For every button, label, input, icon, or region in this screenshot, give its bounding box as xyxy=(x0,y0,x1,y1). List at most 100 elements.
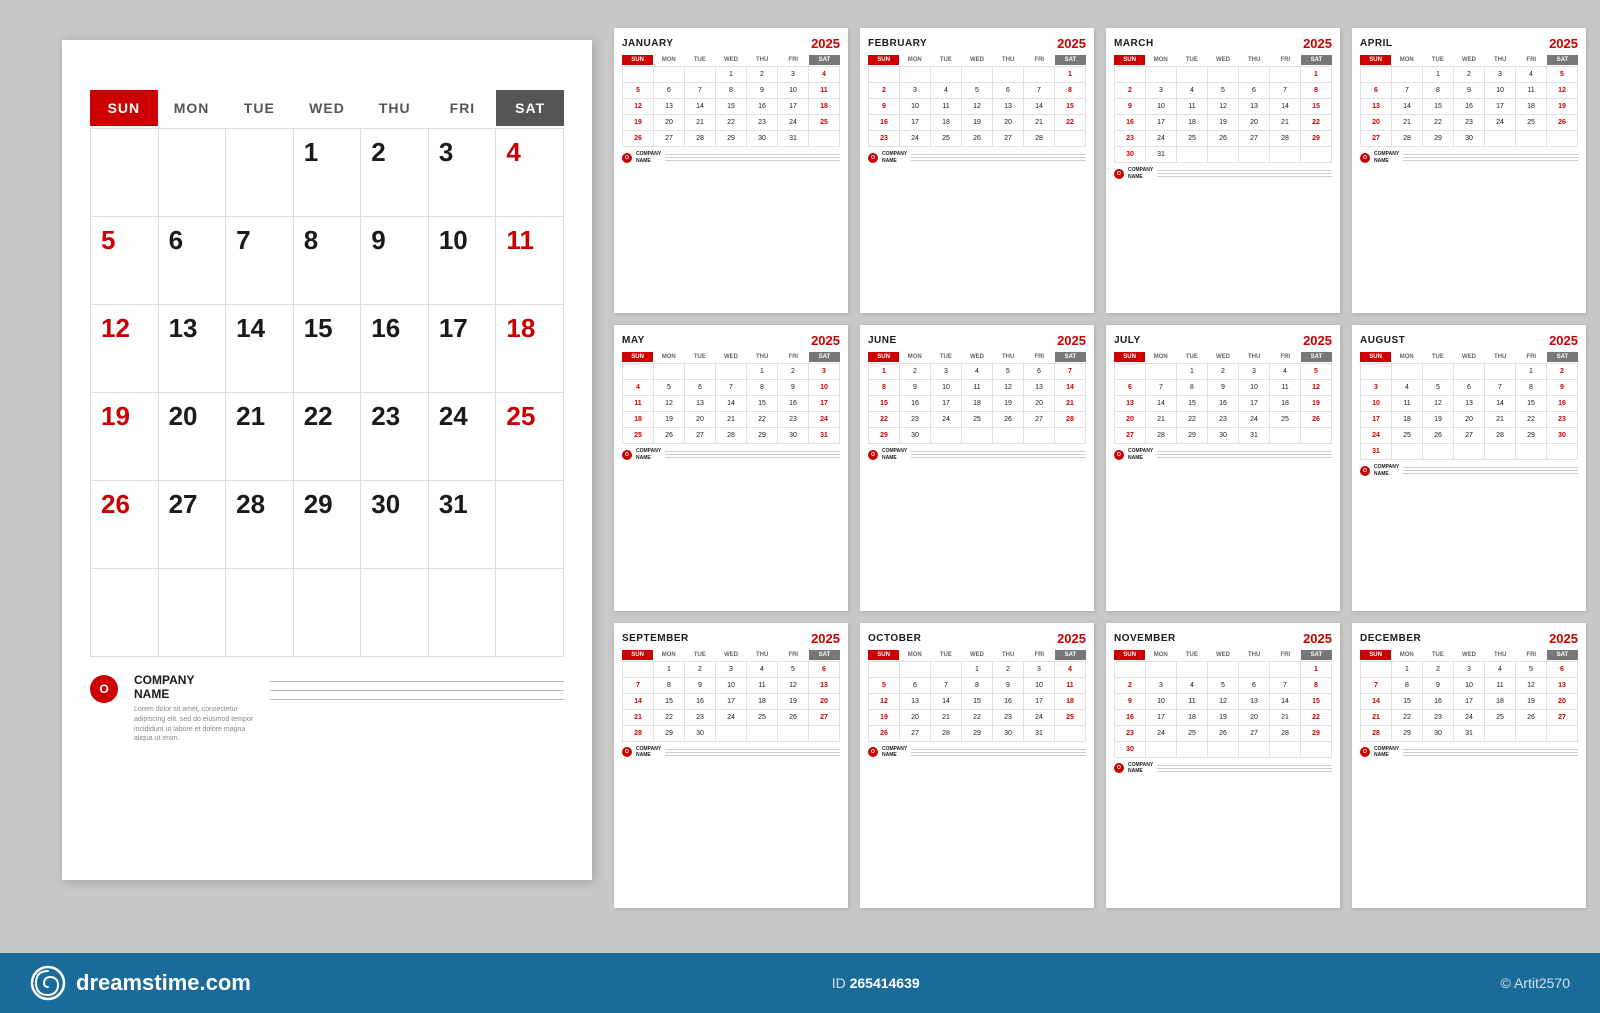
sc-day-label: MON xyxy=(899,352,930,362)
sc-day-label: WED xyxy=(1453,55,1484,65)
sc-cell: 18 xyxy=(962,396,993,412)
sc-cell xyxy=(931,67,962,83)
sc-cell xyxy=(1208,662,1239,678)
sc-cell xyxy=(1423,364,1454,380)
sc-cell: 26 xyxy=(778,710,809,726)
sc-cell: 1 xyxy=(962,662,993,678)
sc-cell: 2 xyxy=(685,662,716,678)
sc-cell: 4 xyxy=(1485,662,1516,678)
sc-company-logo: O xyxy=(622,747,632,757)
main-calendar-cell: 10 xyxy=(429,217,497,305)
sc-cell: 14 xyxy=(1392,99,1423,115)
sc-grid: 1234567891011121314151617181920212223242… xyxy=(1360,661,1578,742)
main-calendar-cell: 19 xyxy=(91,393,159,481)
sc-cell: 1 xyxy=(1516,364,1547,380)
sc-day-label: FRI xyxy=(1270,55,1301,65)
sc-cell xyxy=(1485,131,1516,147)
sc-cell: 1 xyxy=(747,364,778,380)
sc-cell xyxy=(809,131,840,147)
sc-cell: 25 xyxy=(1516,115,1547,131)
sc-cell xyxy=(1239,67,1270,83)
main-calendar-cell: 28 xyxy=(226,481,294,569)
main-calendar-cell: 5 xyxy=(91,217,159,305)
sc-cell: 10 xyxy=(900,99,931,115)
sc-day-label: THU xyxy=(993,55,1024,65)
main-calendar-cell: 24 xyxy=(429,393,497,481)
sc-cell: 18 xyxy=(1055,694,1086,710)
sc-cell: 13 xyxy=(809,678,840,694)
sc-day-label: SUN xyxy=(622,55,653,65)
sc-cell: 29 xyxy=(654,726,685,742)
sc-cell xyxy=(1516,444,1547,460)
sc-cell: 27 xyxy=(1454,428,1485,444)
sc-day-label: TUE xyxy=(684,352,715,362)
sc-cell xyxy=(962,428,993,444)
main-calendar-cell: 21 xyxy=(226,393,294,481)
sc-cell: 8 xyxy=(1392,678,1423,694)
sc-cell: 31 xyxy=(1239,428,1270,444)
sc-cell: 13 xyxy=(993,99,1024,115)
sc-cell: 4 xyxy=(1177,83,1208,99)
sc-cell xyxy=(1516,726,1547,742)
sc-cell: 6 xyxy=(654,83,685,99)
sc-cell: 15 xyxy=(1392,694,1423,710)
sc-footer: O COMPANYNAME xyxy=(1114,167,1332,180)
sc-cell: 6 xyxy=(1239,678,1270,694)
sc-footer-line xyxy=(911,160,1086,161)
sc-day-label: THU xyxy=(1239,650,1270,660)
sc-company-name: COMPANYNAME xyxy=(1374,746,1399,759)
sc-company-name: COMPANYNAME xyxy=(1374,464,1399,477)
main-footer: O COMPANYNAME Lorem dolor sit amet, cons… xyxy=(90,673,564,744)
main-calendar-cell xyxy=(226,569,294,657)
sc-month-name: APRIL xyxy=(1360,38,1393,49)
sc-cell: 19 xyxy=(623,115,654,131)
sc-day-label: SAT xyxy=(1301,650,1332,660)
sc-cell: 20 xyxy=(1024,396,1055,412)
sc-year: 2025 xyxy=(1549,36,1578,51)
sc-cell: 6 xyxy=(809,662,840,678)
sc-cell: 24 xyxy=(1485,115,1516,131)
sc-cell: 4 xyxy=(809,67,840,83)
sc-cell: 24 xyxy=(809,412,840,428)
sc-cell: 14 xyxy=(1485,396,1516,412)
sc-cell: 18 xyxy=(1270,396,1301,412)
sc-cell: 14 xyxy=(1270,99,1301,115)
sc-cell: 18 xyxy=(809,99,840,115)
sc-cell: 26 xyxy=(869,726,900,742)
sc-cell: 2 xyxy=(1547,364,1578,380)
sc-cell: 3 xyxy=(716,662,747,678)
sc-cell: 13 xyxy=(1361,99,1392,115)
sc-header: MARCH2025 xyxy=(1114,36,1332,51)
sc-cell xyxy=(1239,147,1270,163)
sc-cell: 19 xyxy=(1208,710,1239,726)
sc-month-name: SEPTEMBER xyxy=(622,633,689,644)
sc-cell: 13 xyxy=(685,396,716,412)
sc-month-name: NOVEMBER xyxy=(1114,633,1176,644)
sc-cell: 5 xyxy=(1516,662,1547,678)
sc-cell: 21 xyxy=(623,710,654,726)
sc-cell xyxy=(1146,742,1177,758)
main-calendar-cell: 12 xyxy=(91,305,159,393)
footer-lines xyxy=(270,681,564,700)
small-calendar-july: JULY2025SUNMONTUEWEDTHUFRISAT12345678910… xyxy=(1106,325,1340,610)
sc-year: 2025 xyxy=(811,631,840,646)
sc-day-label: FRI xyxy=(1516,352,1547,362)
sc-footer-line xyxy=(1403,473,1578,474)
sc-cell: 17 xyxy=(809,396,840,412)
main-calendar-cell: 30 xyxy=(361,481,429,569)
sc-cell xyxy=(1146,364,1177,380)
sc-cell: 12 xyxy=(962,99,993,115)
sc-cell xyxy=(654,67,685,83)
sc-cell: 1 xyxy=(716,67,747,83)
sc-cell xyxy=(1361,662,1392,678)
sc-cell xyxy=(1392,444,1423,460)
sc-footer-line xyxy=(911,154,1086,155)
sc-cell: 15 xyxy=(1055,99,1086,115)
sc-cell: 28 xyxy=(1392,131,1423,147)
sc-cell: 5 xyxy=(778,662,809,678)
sc-footer-lines xyxy=(1157,170,1332,177)
sc-cell: 11 xyxy=(1177,99,1208,115)
sc-cell: 29 xyxy=(747,428,778,444)
sc-cell: 14 xyxy=(623,694,654,710)
sc-footer: O COMPANYNAME xyxy=(1114,448,1332,461)
